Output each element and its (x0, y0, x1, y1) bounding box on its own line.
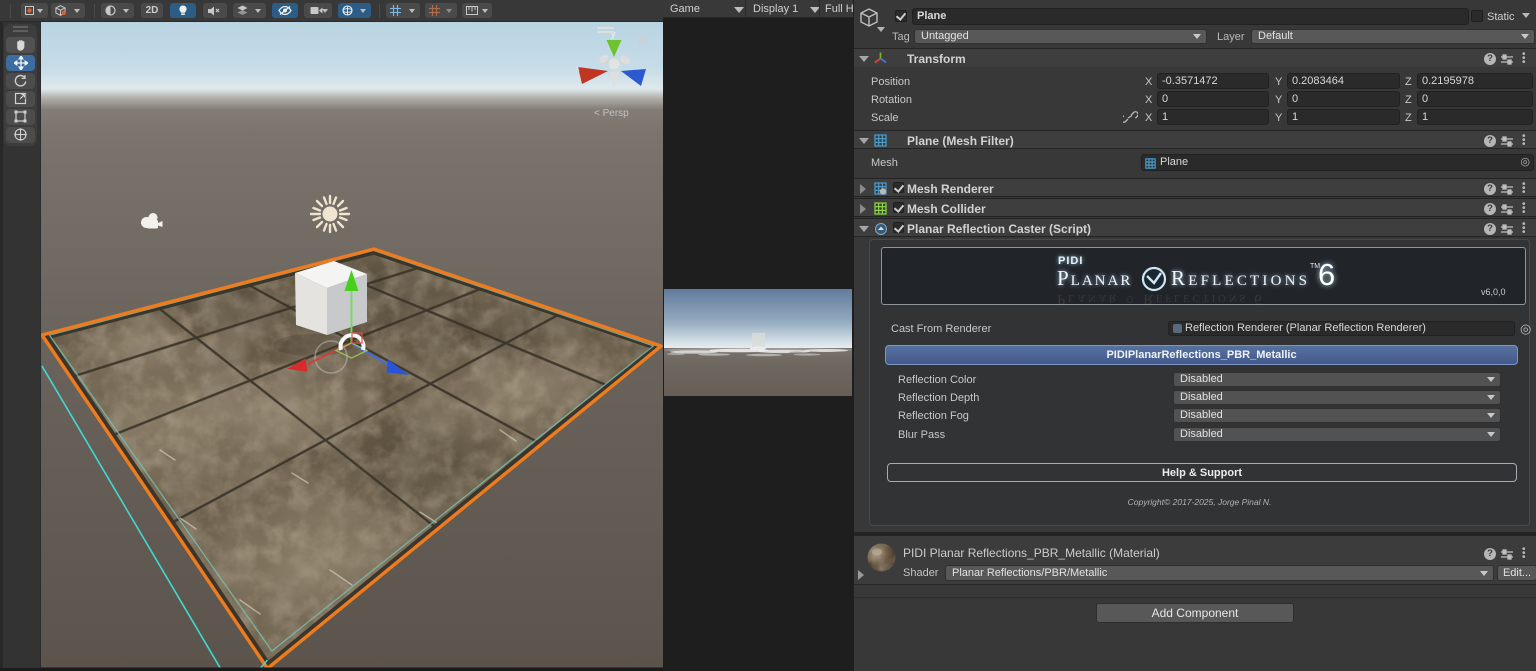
svg-text:x: x (576, 64, 580, 73)
svg-text:< Persp: < Persp (594, 108, 629, 119)
svg-text:y: y (611, 29, 616, 39)
